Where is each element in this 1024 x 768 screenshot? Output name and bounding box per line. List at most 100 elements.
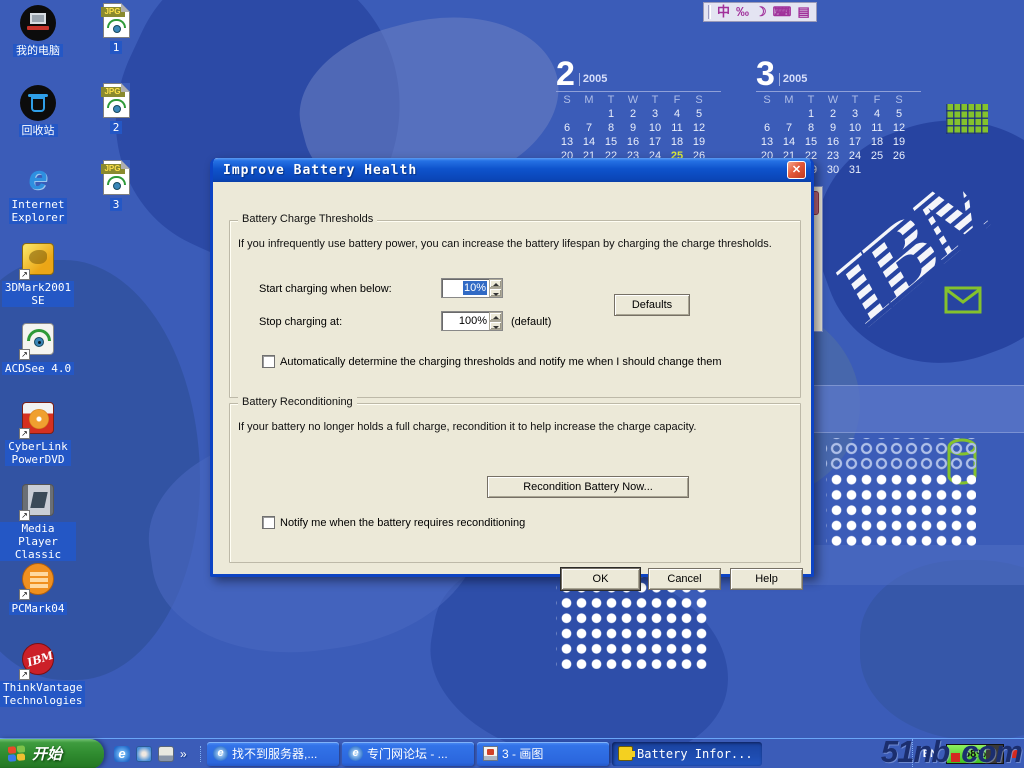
desktop-icon-pcmark04[interactable]: ↗ PCMark04 [0, 563, 76, 617]
calendar-day: 8 [600, 122, 622, 136]
calendar-day: 25 [866, 150, 888, 164]
start-charging-label: Start charging when below: [259, 283, 392, 295]
auto-thresholds-checkbox[interactable] [262, 355, 275, 368]
ime-punctuation-icon[interactable]: ☽ [755, 3, 767, 21]
calendar-day [866, 164, 888, 178]
cancel-button[interactable]: Cancel [648, 568, 721, 590]
calendar-day: 6 [756, 122, 778, 136]
recycle-bin-icon [20, 85, 56, 121]
calendar-day: 18 [866, 136, 888, 150]
calendar-weekday: T [800, 94, 822, 108]
group-description: If you infrequently use battery power, y… [238, 238, 772, 250]
task-button-paint[interactable]: 3 - 画图 [477, 742, 609, 766]
calendar-day: 10 [844, 122, 866, 136]
desktop-icon-3dmark2001[interactable]: ↗ 3DMark2001 SE [0, 243, 76, 309]
watermark-tld: com [961, 734, 1022, 768]
stop-charging-value[interactable]: 100% [442, 312, 489, 330]
spin-up-button[interactable] [489, 312, 502, 321]
desktop-icon-recycle-bin[interactable]: 回收站 [0, 85, 76, 139]
desktop-icon-label: 3 [110, 198, 123, 211]
quicklaunch-app-icon[interactable] [136, 746, 152, 762]
task-button-label: 找不到服务器,... [232, 745, 317, 762]
windows-flag-icon [8, 745, 26, 763]
desktop-icon-powerdvd[interactable]: ↗ CyberLink PowerDVD [0, 402, 76, 468]
calendar-day: 8 [800, 122, 822, 136]
calendar-weekday: T [600, 94, 622, 108]
calendar-month-number: 3 [756, 59, 775, 89]
calendar-day: 30 [822, 164, 844, 178]
jpg-file-icon: JPG [103, 160, 130, 195]
desktop-icon-media-player-classic[interactable]: ↗ Media Player Classic [0, 484, 76, 563]
group-description: If your battery no longer holds a full c… [238, 421, 696, 433]
desktop-icon-jpg-2[interactable]: JPG 2 [78, 83, 154, 136]
group-title: Battery Charge Thresholds [238, 213, 377, 225]
calendar-day [578, 108, 600, 122]
close-button[interactable]: ✕ [787, 161, 806, 179]
calendar-day: 7 [578, 122, 600, 136]
desktop-icon-jpg-3[interactable]: JPG 3 [78, 160, 154, 213]
calendar-day: 9 [622, 122, 644, 136]
calendar-month-title: 2 2005 [556, 55, 721, 89]
calendar-day: 6 [556, 122, 578, 136]
task-button-forum[interactable]: e 专门网论坛 - ... [342, 742, 474, 766]
calendar-weekday: S [888, 94, 910, 108]
spin-up-button[interactable] [489, 279, 502, 288]
wallpaper-ring-grid [826, 438, 976, 469]
calendar-day: 26 [888, 150, 910, 164]
desktop-icon-thinkvantage[interactable]: IBM ↗ ThinkVantage Technologies [0, 643, 76, 709]
defaults-button[interactable]: Defaults [614, 294, 690, 316]
ime-menu-icon[interactable]: ▤ [797, 3, 809, 21]
dialog-titlebar[interactable]: Improve Battery Health ✕ [213, 158, 811, 182]
desktop-icon-label: 我的电脑 [13, 44, 63, 57]
task-button-label: Battery Infor... [637, 747, 753, 761]
ime-chinese-mode-icon[interactable]: 中 [717, 3, 730, 21]
calendar-weekday: T [644, 94, 666, 108]
watermark-dot [951, 753, 960, 762]
calendar-weekday: F [866, 94, 888, 108]
ime-keyboard-icon[interactable]: ⌨ [773, 3, 792, 21]
quicklaunch-ie-icon[interactable]: e [114, 746, 130, 762]
calendar-day: 2 [622, 108, 644, 122]
calendar-month-number: 2 [556, 59, 575, 89]
calendar-day: 12 [888, 122, 910, 136]
help-button[interactable]: Help [730, 568, 803, 590]
show-desktop-icon[interactable] [158, 746, 174, 762]
spin-down-button[interactable] [489, 321, 502, 330]
calendar-day [888, 164, 910, 178]
calendar-day: 17 [844, 136, 866, 150]
calendar-day: 14 [578, 136, 600, 150]
auto-thresholds-checkbox-label[interactable]: Automatically determine the charging thr… [280, 356, 721, 368]
ok-button[interactable]: OK [561, 568, 640, 590]
shortcut-arrow-icon: ↗ [19, 589, 30, 600]
start-button[interactable]: 开始 [0, 739, 104, 768]
desktop-icon-internet-explorer[interactable]: e Internet Explorer [0, 160, 76, 226]
desktop-icon-my-computer[interactable]: 我的电脑 [0, 5, 76, 59]
wallpaper-dot-grid [556, 577, 707, 669]
watermark-name: 51nb [881, 734, 949, 768]
stop-charging-spinner[interactable]: 100% [441, 311, 503, 331]
ie-task-icon: e [348, 746, 363, 761]
battery-charge-thresholds-group: Battery Charge Thresholds If you infrequ… [229, 220, 801, 398]
calendar-day: 4 [866, 108, 888, 122]
calendar-day: 12 [688, 122, 710, 136]
calendar-month-title: 3 2005 [756, 55, 921, 89]
ime-drag-handle[interactable] [708, 5, 711, 19]
ime-width-mode-icon[interactable]: ‰ [736, 3, 749, 21]
quicklaunch-overflow-chevron[interactable]: » [180, 747, 192, 761]
dialog-title: Improve Battery Health [223, 163, 787, 178]
task-button-battery-information[interactable]: Battery Infor... [612, 742, 762, 766]
notify-reconditioning-checkbox-label[interactable]: Notify me when the battery requires reco… [280, 517, 525, 529]
ime-language-bar[interactable]: 中 ‰ ☽ ⌨ ▤ [703, 2, 817, 22]
recondition-battery-button[interactable]: Recondition Battery Now... [487, 476, 689, 498]
quick-launch-bar: e » [104, 746, 201, 762]
desktop-icon-acdsee[interactable]: ↗ ACDSee 4.0 [0, 323, 76, 377]
start-charging-value[interactable]: 10% [442, 279, 489, 297]
task-button-server-not-found[interactable]: e 找不到服务器,... [207, 742, 339, 766]
shortcut-arrow-icon: ↗ [19, 349, 30, 360]
calendar-day: 11 [666, 122, 688, 136]
notify-reconditioning-checkbox[interactable] [262, 516, 275, 529]
desktop-icon-jpg-1[interactable]: JPG 1 [78, 3, 154, 56]
start-charging-spinner[interactable]: 10% [441, 278, 503, 298]
calendar-weekday: M [778, 94, 800, 108]
spin-down-button[interactable] [489, 288, 502, 297]
